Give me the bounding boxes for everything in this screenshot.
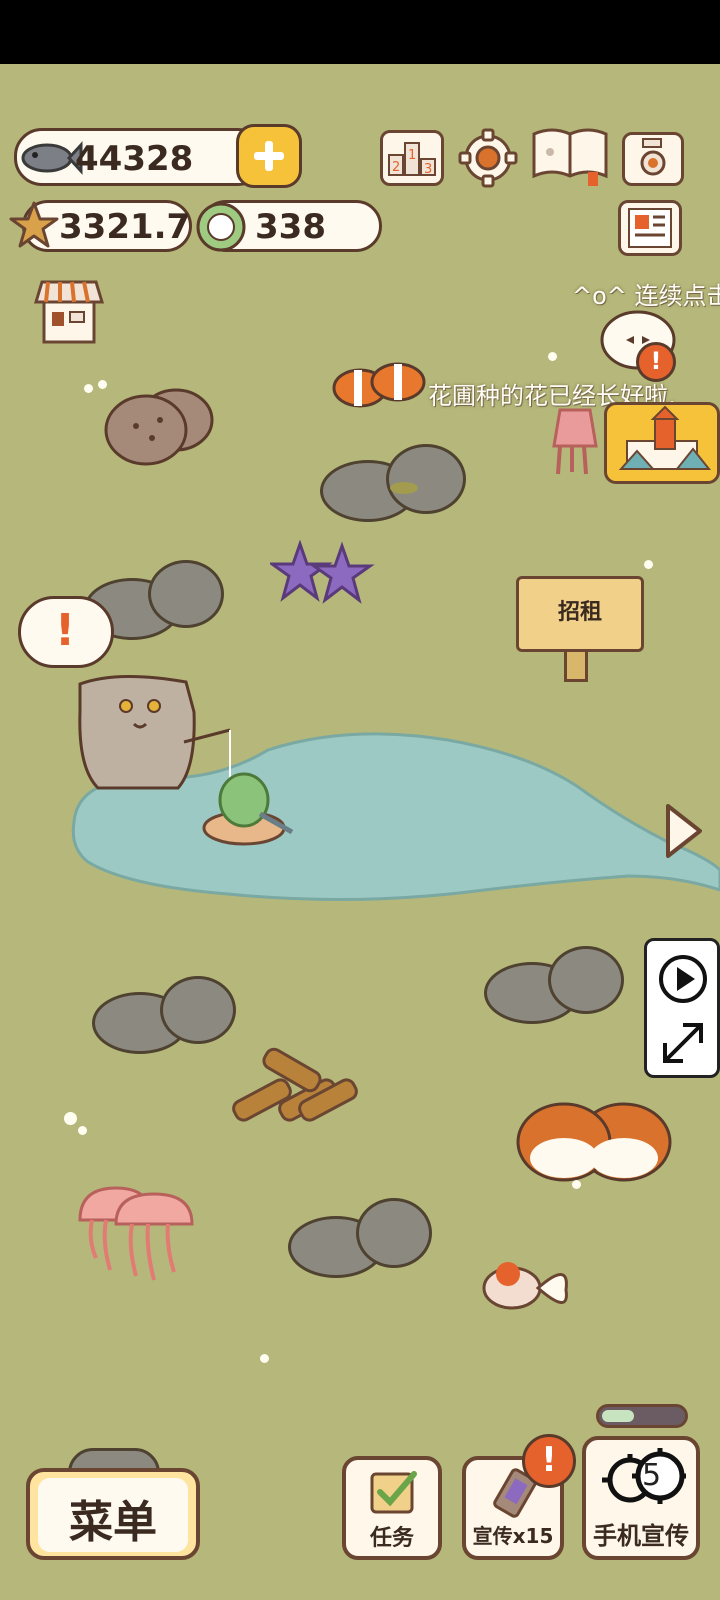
star-value: 3321.7 (59, 207, 191, 247)
video-expand-panel (644, 938, 720, 1078)
grass-flower (64, 1112, 77, 1125)
arrow-right-icon (666, 804, 702, 858)
progress-fill (602, 1410, 634, 1422)
rock (386, 444, 466, 514)
jellyfish-decoration[interactable] (76, 1180, 198, 1290)
fish-count: 44328 (75, 139, 194, 179)
alert-icon[interactable]: ! (636, 342, 676, 382)
guide-book-button[interactable] (530, 124, 610, 188)
shop-icon (33, 280, 105, 344)
svg-text:2: 2 (392, 160, 400, 175)
plus-icon (254, 141, 284, 171)
token-count: 338 (255, 207, 326, 247)
orange-pufferfish-decoration[interactable] (512, 1092, 682, 1188)
status-bar (0, 0, 720, 64)
grass-flower (78, 1126, 87, 1135)
camera-button[interactable] (622, 132, 684, 186)
rock (160, 976, 236, 1044)
grass-flower (644, 560, 653, 569)
fish-counter: 44328 (14, 128, 266, 186)
menu-button[interactable]: 菜单 (26, 1468, 200, 1560)
next-area-button[interactable] (662, 802, 706, 860)
sign-label: 招租 (557, 600, 602, 625)
add-currency-button[interactable] (236, 124, 302, 188)
alert-icon[interactable]: ! (522, 1434, 576, 1488)
grass-flower (260, 1354, 269, 1363)
grass-flower (572, 1180, 581, 1189)
frog-on-log[interactable] (200, 770, 296, 852)
news-button[interactable] (618, 200, 682, 256)
star-icon (9, 201, 59, 248)
expand-icon[interactable] (659, 1019, 707, 1067)
book-icon (532, 128, 608, 186)
fish-icon (21, 141, 83, 175)
alert-icon: ! (55, 605, 76, 656)
starfish-decoration[interactable] (267, 539, 380, 610)
checklist-icon (370, 1471, 417, 1514)
firewood-pile[interactable] (228, 1046, 366, 1126)
menu-label: 菜单 (69, 1497, 157, 1548)
rock (548, 946, 624, 1014)
rock (148, 560, 224, 628)
phone-promo-progress (596, 1404, 688, 1428)
ranking-button[interactable]: 2 1 3 (380, 130, 444, 186)
settings-icon (458, 128, 518, 188)
grass-flower (98, 380, 107, 389)
settings-button[interactable] (456, 126, 520, 190)
goldfish-decoration[interactable] (478, 1250, 574, 1320)
token-icon (196, 202, 246, 252)
task-button[interactable]: 任务 (342, 1456, 442, 1560)
moss (390, 482, 418, 494)
shop-button[interactable] (30, 276, 108, 348)
grass-flower (548, 352, 557, 361)
camera-icon (640, 138, 666, 176)
phone-promo-button[interactable]: 5 手机宣传 (582, 1436, 700, 1560)
pufferfish-decoration[interactable] (96, 380, 226, 470)
phone-promo-label: 手机宣传 (593, 1522, 689, 1550)
speech-bubble[interactable]: ! (18, 596, 114, 668)
task-label: 任务 (369, 1526, 414, 1551)
clownfish-decoration[interactable] (326, 356, 434, 416)
play-icon[interactable] (657, 953, 709, 1005)
promo-label: 宣传x15 (472, 1524, 554, 1548)
rock (356, 1198, 432, 1268)
news-icon (628, 208, 672, 248)
svg-text:1: 1 (408, 148, 416, 163)
for-rent-sign[interactable]: 招租 (516, 576, 644, 682)
castle-garden-card[interactable] (604, 402, 720, 484)
squid-decoration[interactable] (550, 406, 612, 478)
svg-text:3: 3 (424, 162, 432, 177)
ranking-icon: 2 1 3 (388, 142, 436, 177)
phone-promo-count: 5 (642, 1458, 662, 1493)
grass-flower (84, 384, 93, 393)
